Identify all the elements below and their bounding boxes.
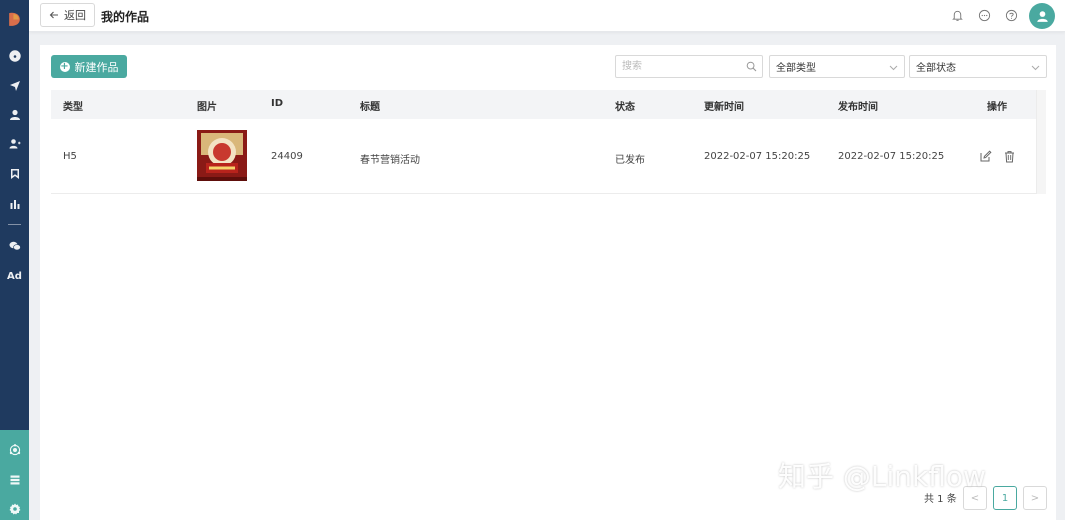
status-select[interactable]: 全部状态	[909, 55, 1047, 78]
search-icon[interactable]	[746, 61, 757, 72]
ad-label: Ad	[7, 270, 22, 282]
new-work-button[interactable]: + 新建作品	[51, 55, 127, 78]
bell-icon[interactable]	[950, 8, 964, 22]
watermark: 知乎 @Linkflow	[778, 460, 986, 493]
sidebar: Ad	[0, 0, 29, 520]
help-icon[interactable]	[1004, 8, 1018, 22]
sidebar-divider	[8, 224, 21, 225]
works-panel: + 新建作品 全部类型 全部状态 类型 图片 ID 标题 状态 更新时间 发布时…	[40, 45, 1056, 520]
user-avatar-icon[interactable]	[1029, 3, 1055, 29]
wechat-icon[interactable]	[0, 236, 29, 256]
table-row[interactable]: H5 24409 春节营销活动 已发布 2022-02-07 15:20:25 …	[51, 119, 1046, 194]
back-label: 返回	[64, 9, 86, 22]
cell-published: 2022-02-07 15:20:25	[838, 151, 945, 162]
search-box[interactable]	[615, 55, 763, 78]
list-icon[interactable]	[0, 470, 29, 490]
col-updated[interactable]: 更新时间	[704, 98, 744, 113]
chevron-down-icon	[1031, 65, 1040, 71]
type-select-value: 全部类型	[776, 63, 816, 74]
bookmark-icon[interactable]	[0, 164, 29, 184]
col-status[interactable]: 状态	[615, 98, 635, 113]
cell-id: 24409	[271, 151, 303, 162]
status-select-value: 全部状态	[916, 63, 956, 74]
cell-title[interactable]: 春节营销活动	[360, 151, 420, 166]
top-header: 返回 我的作品	[29, 0, 1065, 32]
logo-icon[interactable]	[0, 9, 29, 29]
cell-status: 已发布	[615, 155, 645, 166]
users-icon[interactable]	[0, 134, 29, 154]
delete-icon[interactable]	[1003, 150, 1016, 163]
message-icon[interactable]	[977, 8, 991, 22]
col-title[interactable]: 标题	[360, 98, 380, 113]
type-select[interactable]: 全部类型	[769, 55, 905, 78]
dashboard-icon[interactable]	[0, 46, 29, 66]
arrow-left-icon	[49, 11, 58, 19]
send-icon[interactable]	[0, 76, 29, 96]
table-header: 类型 图片 ID 标题 状态 更新时间 发布时间 操作	[51, 90, 1046, 119]
table-scrollbar[interactable]	[1036, 90, 1046, 194]
ad-icon[interactable]: Ad	[0, 266, 29, 286]
page-title: 我的作品	[101, 10, 150, 24]
next-page-button[interactable]: >	[1023, 486, 1047, 510]
page-1-button[interactable]: 1	[993, 486, 1017, 510]
gear-icon[interactable]	[0, 499, 29, 519]
sidebar-bottom	[0, 430, 29, 520]
user-icon[interactable]	[0, 105, 29, 125]
col-id[interactable]: ID	[271, 98, 283, 109]
col-type[interactable]: 类型	[63, 98, 83, 113]
cell-type: H5	[63, 151, 77, 162]
work-thumbnail[interactable]	[197, 130, 247, 181]
col-image[interactable]: 图片	[197, 98, 217, 113]
col-actions[interactable]: 操作	[987, 98, 1007, 113]
col-published[interactable]: 发布时间	[838, 98, 878, 113]
bar-chart-icon[interactable]	[0, 194, 29, 214]
chevron-down-icon	[889, 65, 898, 71]
network-icon[interactable]	[0, 440, 29, 460]
search-input[interactable]	[616, 56, 736, 77]
edit-icon[interactable]	[979, 150, 992, 163]
plus-icon: +	[59, 60, 70, 72]
new-work-label: 新建作品	[74, 60, 119, 74]
cell-updated: 2022-02-07 15:20:25	[704, 151, 811, 162]
works-table: 类型 图片 ID 标题 状态 更新时间 发布时间 操作 H5 24409 春节营…	[51, 90, 1046, 194]
back-button[interactable]: 返回	[40, 3, 95, 27]
